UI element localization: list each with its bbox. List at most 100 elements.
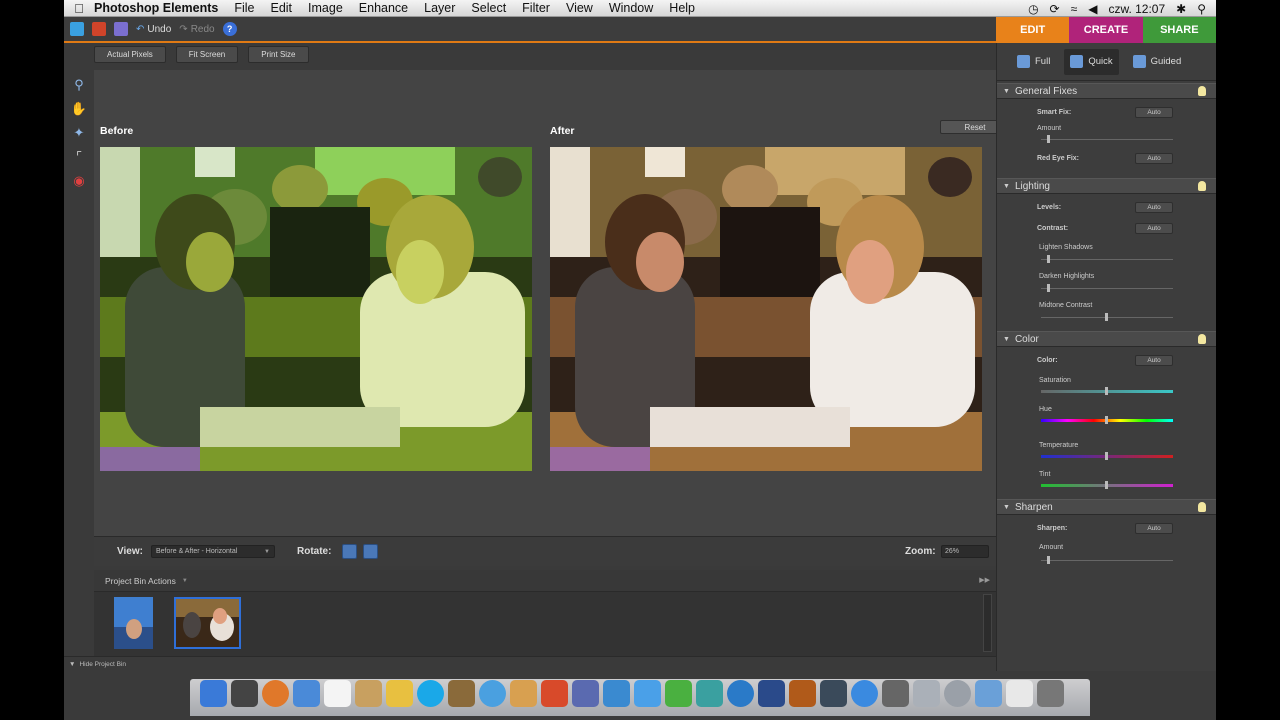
bluetooth-icon[interactable]: ✱ (1176, 2, 1186, 16)
tab-guided[interactable]: Guided (1127, 49, 1188, 75)
time-machine-icon[interactable]: ◷ (1028, 2, 1038, 16)
menu-filter[interactable]: Filter (522, 1, 550, 15)
stuffit-icon[interactable] (386, 680, 413, 707)
iphoto-icon[interactable] (448, 680, 475, 707)
redo-button[interactable]: ↷ Redo (179, 24, 214, 35)
itunes-icon[interactable] (479, 680, 506, 707)
after-photo[interactable] (550, 147, 982, 471)
hide-project-bin-toggle[interactable]: ▼ Hide Project Bin (64, 656, 996, 671)
organizer-icon[interactable] (92, 22, 106, 36)
fit-screen-button[interactable]: Fit Screen (175, 46, 239, 63)
menu-layer[interactable]: Layer (424, 1, 455, 15)
before-photo[interactable] (100, 147, 532, 471)
mail-icon[interactable] (293, 680, 320, 707)
bin-expand-icon[interactable]: ▶▶ (979, 576, 990, 584)
print-size-button[interactable]: Print Size (248, 46, 309, 63)
menu-edit[interactable]: Edit (270, 1, 292, 15)
disk-utility-icon[interactable] (944, 680, 971, 707)
zoom-field[interactable]: 26% (941, 545, 989, 558)
slider-knob[interactable] (1047, 135, 1050, 143)
excel-icon[interactable] (665, 680, 692, 707)
red-eye-tool-icon[interactable]: ◉ (70, 172, 88, 190)
undo-button[interactable]: ↶ Undo (136, 24, 171, 35)
color-auto-button[interactable]: Auto (1135, 355, 1173, 366)
slider-knob[interactable] (1047, 255, 1050, 263)
tab-full[interactable]: Full (1011, 49, 1056, 75)
lightroom-icon[interactable] (820, 680, 847, 707)
darken-highlights-slider[interactable] (1041, 284, 1173, 292)
slider-knob[interactable] (1105, 481, 1108, 489)
slider-knob[interactable] (1105, 416, 1108, 424)
clock[interactable]: czw. 12:07 (1108, 2, 1165, 16)
apple-icon[interactable]:  (64, 1, 94, 16)
photoshop-icon[interactable] (758, 680, 785, 707)
wifi-icon[interactable]: ≈ (1071, 2, 1078, 16)
temperature-slider[interactable] (1041, 452, 1173, 460)
contrast-auto-button[interactable]: Auto (1135, 223, 1173, 234)
rotate-left-button[interactable] (342, 544, 357, 559)
bin-scrollbar[interactable] (983, 594, 992, 652)
tab-edit[interactable]: EDIT (996, 17, 1070, 43)
inkscape-icon[interactable] (572, 680, 599, 707)
sync-icon[interactable]: ⟳ (1050, 2, 1060, 16)
smart-fix-auto-button[interactable]: Auto (1135, 107, 1173, 118)
tip-bulb-icon[interactable] (1198, 502, 1206, 512)
bin-thumbnail[interactable] (114, 597, 153, 649)
slider-knob[interactable] (1047, 556, 1050, 564)
rotate-right-button[interactable] (363, 544, 378, 559)
menu-help[interactable]: Help (669, 1, 695, 15)
slider-knob[interactable] (1105, 452, 1108, 460)
actual-pixels-button[interactable]: Actual Pixels (94, 46, 166, 63)
midtone-contrast-slider[interactable] (1041, 313, 1173, 321)
bin-thumbnail-selected[interactable] (174, 597, 241, 649)
save-icon[interactable] (114, 22, 128, 36)
menu-file[interactable]: File (234, 1, 254, 15)
dashboard-icon[interactable] (231, 680, 258, 707)
general-fixes-header[interactable]: ▼ General Fixes (997, 83, 1216, 99)
menu-select[interactable]: Select (471, 1, 506, 15)
smart-fix-amount-slider[interactable] (1041, 135, 1173, 143)
tip-bulb-icon[interactable] (1198, 86, 1206, 96)
skype-icon[interactable] (417, 680, 444, 707)
menu-view[interactable]: View (566, 1, 593, 15)
pages-icon[interactable] (603, 680, 630, 707)
tab-quick[interactable]: Quick (1064, 48, 1119, 75)
zoom-tool-icon[interactable]: ⚲ (70, 76, 88, 94)
finder-icon[interactable] (200, 680, 227, 707)
help-icon[interactable]: ? (222, 22, 237, 36)
word-icon[interactable] (634, 680, 661, 707)
system-preferences-icon[interactable] (882, 680, 909, 707)
tip-bulb-icon[interactable] (1198, 334, 1206, 344)
crop-tool-icon[interactable]: ⌜ (70, 148, 88, 166)
slider-knob[interactable] (1105, 313, 1108, 321)
documents-stack-icon[interactable] (913, 680, 940, 707)
slider-knob[interactable] (1105, 387, 1108, 395)
downloads-stack-icon[interactable] (975, 680, 1002, 707)
sharpen-amount-slider[interactable] (1041, 556, 1173, 564)
preview-icon[interactable] (510, 680, 537, 707)
new-icon[interactable] (70, 22, 84, 36)
hue-slider[interactable] (1041, 416, 1173, 424)
safari-icon[interactable] (851, 680, 878, 707)
tab-share[interactable]: SHARE (1142, 17, 1216, 43)
firefox-icon[interactable] (262, 680, 289, 707)
levels-auto-button[interactable]: Auto (1135, 202, 1173, 213)
camera-icon[interactable] (727, 680, 754, 707)
trash-icon[interactable] (1037, 680, 1064, 707)
sharpen-auto-button[interactable]: Auto (1135, 523, 1173, 534)
lighting-header[interactable]: ▼ Lighting (997, 178, 1216, 194)
menu-window[interactable]: Window (609, 1, 653, 15)
menu-enhance[interactable]: Enhance (359, 1, 408, 15)
bin-actions-menu[interactable]: Project Bin Actions ▼ (94, 570, 996, 592)
tip-bulb-icon[interactable] (1198, 181, 1206, 191)
messages-icon[interactable] (696, 680, 723, 707)
tab-create[interactable]: CREATE (1069, 17, 1143, 43)
hand-tool-icon[interactable]: ✋ (70, 100, 88, 118)
bridge-icon[interactable] (789, 680, 816, 707)
red-eye-auto-button[interactable]: Auto (1135, 153, 1173, 164)
photo-booth-icon[interactable] (541, 680, 568, 707)
tint-slider[interactable] (1041, 481, 1173, 489)
lighten-shadows-slider[interactable] (1041, 255, 1173, 263)
document-stack-icon[interactable] (1006, 680, 1033, 707)
sharpen-header[interactable]: ▼ Sharpen (997, 499, 1216, 515)
